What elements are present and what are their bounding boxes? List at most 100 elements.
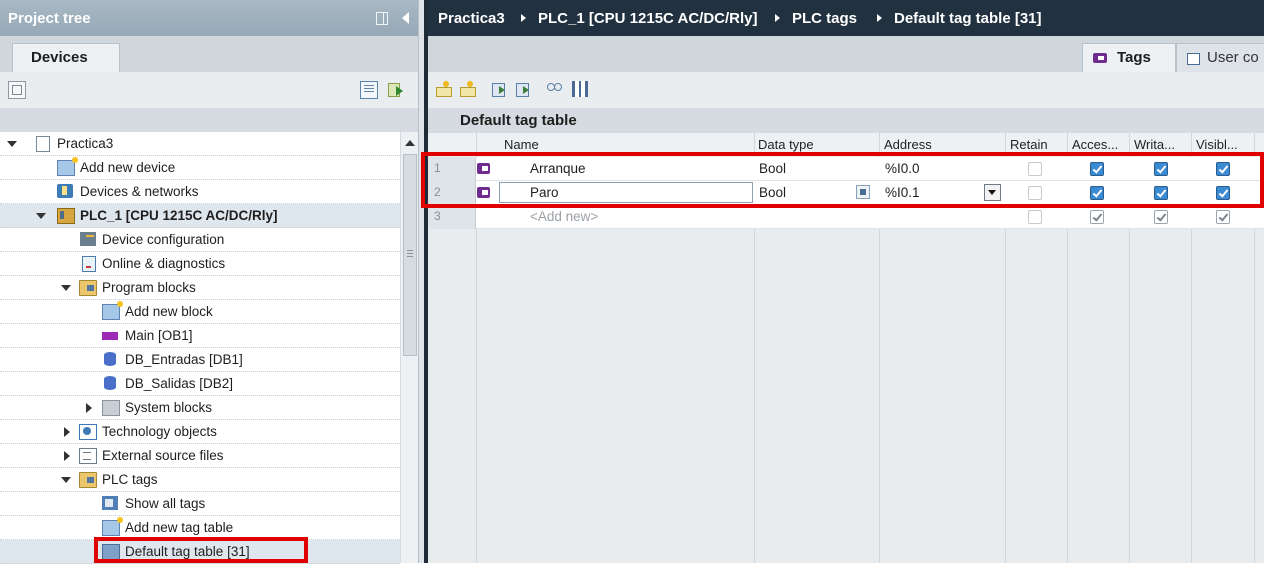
tree-item-label: PLC tags xyxy=(102,472,158,487)
pin-panel-icon[interactable] xyxy=(376,12,388,25)
tab-user-constants[interactable]: User co xyxy=(1176,43,1264,73)
tab-tags[interactable]: Tags xyxy=(1082,43,1176,73)
visible-checkbox[interactable] xyxy=(1216,186,1230,200)
columns-icon[interactable] xyxy=(572,81,588,97)
project-tree-scrollbar[interactable] xyxy=(400,132,418,563)
tree-item-label: Practica3 xyxy=(57,136,114,151)
tree-item-main-ob1[interactable]: Main [OB1] xyxy=(0,324,400,348)
row-number[interactable]: 3 xyxy=(428,205,476,229)
breadcrumb-plc[interactable]: PLC_1 [CPU 1215C AC/DC/Rly] xyxy=(538,10,758,27)
tag-name-cell[interactable]: Paro xyxy=(530,185,559,200)
expand-right-icon[interactable] xyxy=(64,427,70,437)
visible-checkbox[interactable] xyxy=(1216,210,1230,224)
column-header-writable[interactable]: Writa... xyxy=(1134,137,1175,152)
tree-item-add-new-device[interactable]: Add new device xyxy=(0,156,400,180)
tag-icon xyxy=(477,187,490,198)
tree-item-add-new-tag-table[interactable]: Add new tag table xyxy=(0,516,400,540)
column-header-accessible[interactable]: Acces... xyxy=(1072,137,1118,152)
tree-item-add-new-block[interactable]: Add new block xyxy=(0,300,400,324)
column-header-retain[interactable]: Retain xyxy=(1010,137,1048,152)
column-header-name[interactable]: Name xyxy=(504,137,539,152)
plc-icon xyxy=(57,208,75,224)
address-cell[interactable]: %I0.0 xyxy=(885,161,920,176)
column-header-address[interactable]: Address xyxy=(884,137,932,152)
network-icon xyxy=(57,184,73,198)
visible-checkbox[interactable] xyxy=(1216,162,1230,176)
tree-item-db-salidas[interactable]: DB_Salidas [DB2] xyxy=(0,372,400,396)
import-icon[interactable] xyxy=(516,81,532,97)
add-block-icon xyxy=(102,301,123,320)
tree-item-devices-networks[interactable]: Devices & networks xyxy=(0,180,400,204)
column-header-data-type[interactable]: Data type xyxy=(758,137,814,152)
expand-right-icon[interactable] xyxy=(86,403,92,413)
data-type-picker-icon[interactable] xyxy=(856,185,870,199)
tree-item-plc[interactable]: PLC_1 [CPU 1215C AC/DC/Rly] xyxy=(0,204,400,228)
table-header-row: Name Data type Address Retain Acces... W… xyxy=(428,133,1264,156)
breadcrumb-plc-tags[interactable]: PLC tags xyxy=(792,10,857,27)
breadcrumb-project[interactable]: Practica3 xyxy=(438,10,505,27)
tree-item-label: System blocks xyxy=(125,400,213,415)
retain-checkbox[interactable] xyxy=(1028,210,1042,224)
data-type-cell[interactable]: Bool xyxy=(759,161,786,176)
tree-item-plc-tags[interactable]: PLC tags xyxy=(0,468,400,492)
tab-devices[interactable]: Devices xyxy=(12,43,120,73)
insert-row-icon[interactable] xyxy=(436,81,452,97)
collapse-panel-icon[interactable] xyxy=(402,12,409,24)
accessible-checkbox[interactable] xyxy=(1090,186,1104,200)
tree-item-device-configuration[interactable]: Device configuration xyxy=(0,228,400,252)
filter-icon[interactable] xyxy=(8,81,26,99)
tree-item-technology-objects[interactable]: Technology objects xyxy=(0,420,400,444)
table-row[interactable]: 2 Paro Bool %I0.1 xyxy=(428,181,1264,205)
writable-checkbox[interactable] xyxy=(1154,210,1168,224)
export-icon[interactable] xyxy=(492,81,508,97)
tree-item-system-blocks[interactable]: System blocks xyxy=(0,396,400,420)
address-dropdown-button[interactable] xyxy=(984,184,1001,201)
row-number-label: 1 xyxy=(434,161,441,175)
table-title-bar: Default tag table xyxy=(428,108,1264,133)
tree-item-external-source-files[interactable]: External source files xyxy=(0,444,400,468)
tree-item-db-entradas[interactable]: DB_Entradas [DB1] xyxy=(0,348,400,372)
data-type-cell[interactable]: Bool xyxy=(759,185,786,200)
expand-down-icon[interactable] xyxy=(61,477,71,483)
table-row-add-new[interactable]: 3 <Add new> xyxy=(428,205,1264,229)
tree-item-show-all-tags[interactable]: Show all tags xyxy=(0,492,400,516)
monitor-all-icon[interactable] xyxy=(546,81,562,97)
writable-checkbox[interactable] xyxy=(1154,186,1168,200)
project-tree-header: Project tree xyxy=(0,0,418,36)
add-new-placeholder[interactable]: <Add new> xyxy=(530,209,598,224)
tag-icon xyxy=(477,163,490,174)
tab-tags-label: Tags xyxy=(1117,49,1151,66)
accessible-checkbox[interactable] xyxy=(1090,162,1104,176)
retain-checkbox[interactable] xyxy=(1028,162,1042,176)
editor-toolbar xyxy=(428,72,1264,108)
retain-checkbox[interactable] xyxy=(1028,186,1042,200)
address-cell[interactable]: %I0.1 xyxy=(885,185,920,200)
row-number[interactable]: 1 xyxy=(428,157,476,181)
scroll-up-icon[interactable] xyxy=(405,140,415,146)
folder-icon xyxy=(79,472,97,488)
tree-item-default-tag-table[interactable]: Default tag table [31] xyxy=(0,540,400,564)
scroll-thumb[interactable] xyxy=(403,154,417,356)
expand-down-icon[interactable] xyxy=(36,213,46,219)
tree-item-project[interactable]: Practica3 xyxy=(0,132,400,156)
expand-down-icon[interactable] xyxy=(7,141,17,147)
row-number[interactable]: 2 xyxy=(428,181,476,205)
tree-item-label: Technology objects xyxy=(102,424,217,439)
expand-down-icon[interactable] xyxy=(61,285,71,291)
expand-right-icon[interactable] xyxy=(64,451,70,461)
table-row[interactable]: 1 Arranque Bool %I0.0 xyxy=(428,157,1264,181)
tag-name-cell[interactable]: Arranque xyxy=(530,161,586,176)
export-icon[interactable] xyxy=(388,81,404,97)
project-tree-list: Practica3 Add new device Devices & netwo… xyxy=(0,132,400,564)
tree-item-program-blocks[interactable]: Program blocks xyxy=(0,276,400,300)
tree-item-label: DB_Entradas [DB1] xyxy=(125,352,243,367)
tag-icon xyxy=(1093,53,1107,63)
writable-checkbox[interactable] xyxy=(1154,162,1168,176)
tree-item-online-diagnostics[interactable]: Online & diagnostics xyxy=(0,252,400,276)
tree-item-label: Show all tags xyxy=(125,496,206,511)
column-header-visible[interactable]: Visibl... xyxy=(1196,137,1238,152)
add-row-icon[interactable] xyxy=(460,81,476,97)
system-blocks-icon xyxy=(102,400,120,416)
overview-icon[interactable] xyxy=(360,81,378,99)
accessible-checkbox[interactable] xyxy=(1090,210,1104,224)
